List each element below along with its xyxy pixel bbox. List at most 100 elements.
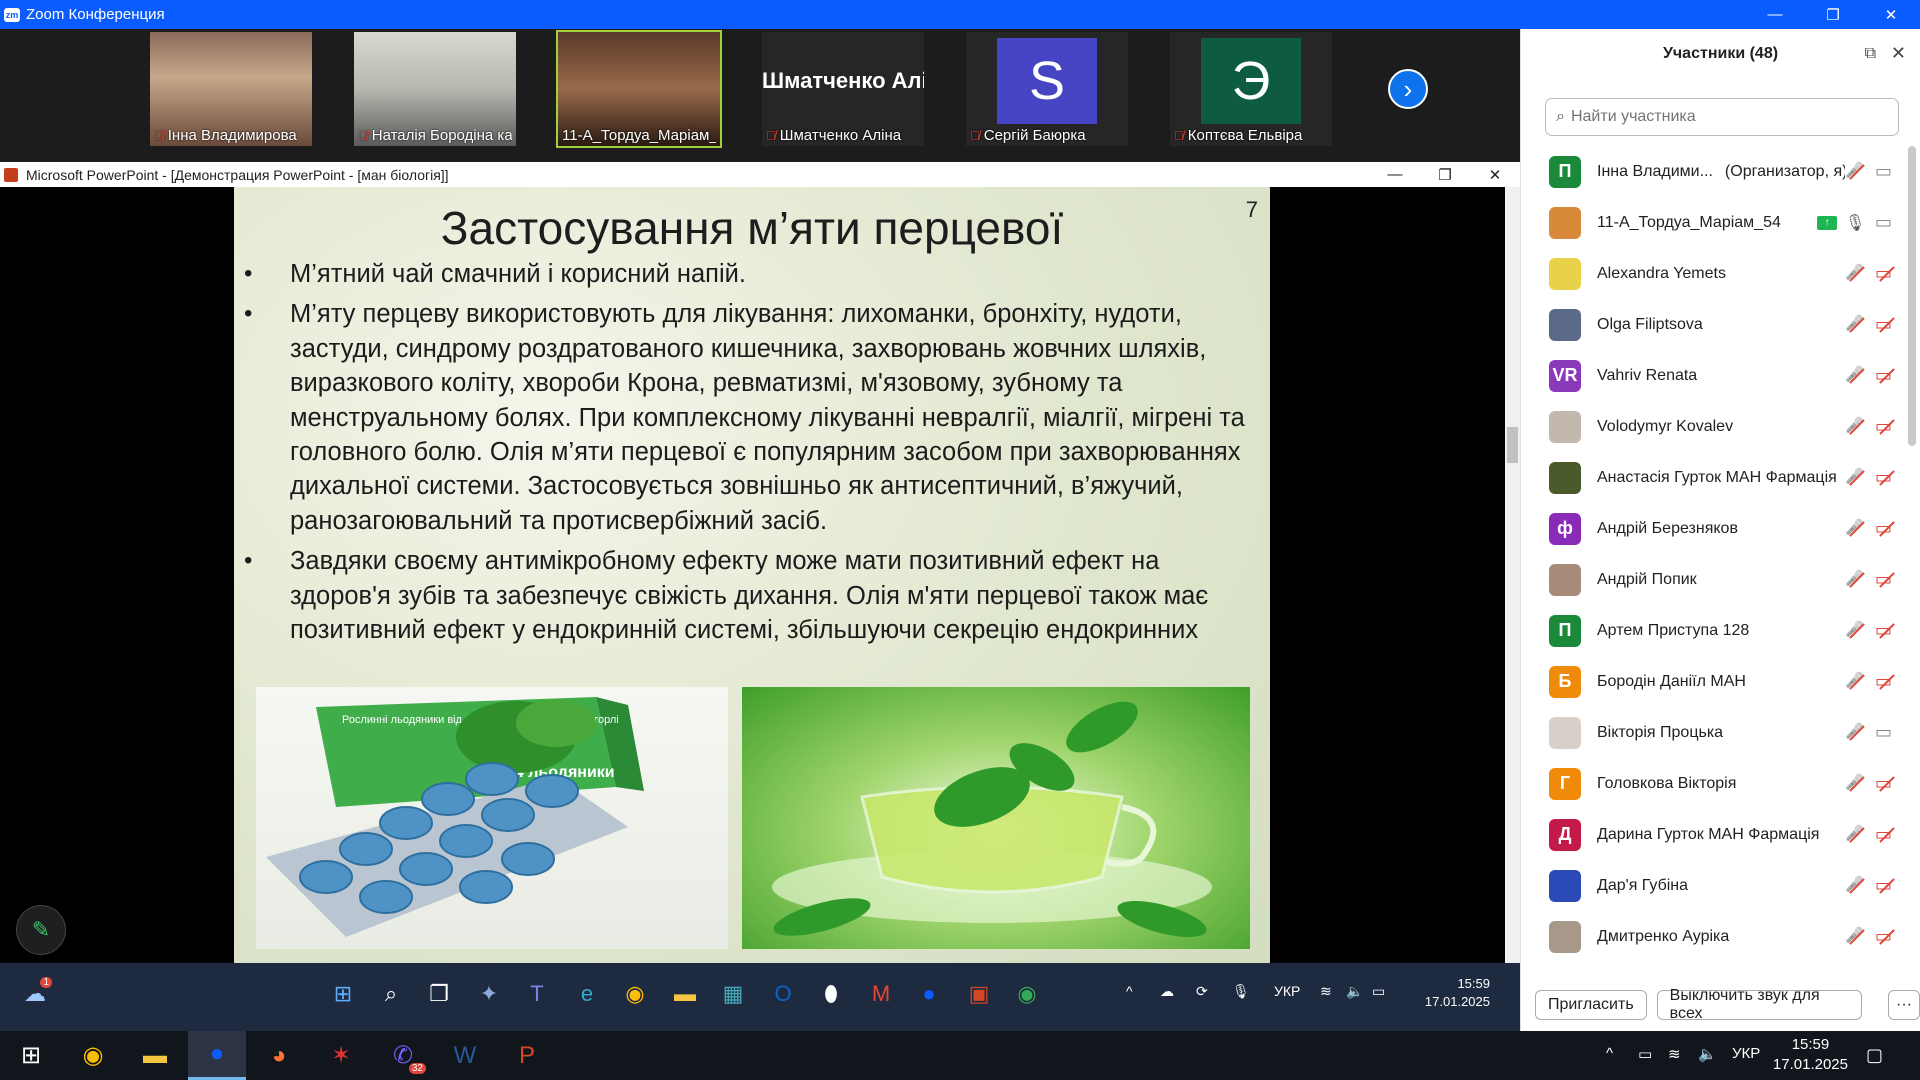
minimize-button[interactable]: — bbox=[1746, 0, 1804, 29]
zoom-taskbar-icon[interactable]: ● bbox=[188, 1031, 246, 1080]
mic-off-icon[interactable] bbox=[1845, 722, 1867, 744]
camera-off-icon[interactable] bbox=[1875, 365, 1897, 387]
start-button-icon[interactable]: ⊞ bbox=[2, 1031, 60, 1080]
firefox-icon[interactable]: ◕ bbox=[250, 1031, 308, 1080]
camera-on-icon[interactable]: ▭ bbox=[1875, 161, 1897, 183]
scrollbar-thumb[interactable] bbox=[1507, 427, 1518, 463]
camera-off-icon[interactable] bbox=[1875, 518, 1897, 540]
ppt-close-button[interactable]: ✕ bbox=[1470, 162, 1520, 187]
camera-off-icon[interactable] bbox=[1875, 926, 1897, 948]
mic-off-icon[interactable] bbox=[1845, 875, 1867, 897]
more-options-button[interactable]: ··· bbox=[1888, 990, 1920, 1020]
participant-row[interactable]: ф Андрій Березняков bbox=[1521, 503, 1911, 554]
chrome-icon[interactable]: ◉ bbox=[618, 977, 652, 1011]
participant-row[interactable]: Г Головкова Вікторія bbox=[1521, 758, 1911, 809]
viber-icon[interactable]: ✆ 32 bbox=[374, 1031, 432, 1080]
word-icon[interactable]: W bbox=[436, 1031, 494, 1080]
edge-icon[interactable]: e bbox=[570, 977, 604, 1011]
participant-row[interactable]: Alexandra Yemets bbox=[1521, 248, 1911, 299]
camera-on-icon[interactable]: ▭ bbox=[1875, 722, 1897, 744]
participant-row[interactable]: Б Бородін Даніїл МАН bbox=[1521, 656, 1911, 707]
notifications-icon[interactable]: ▢ bbox=[1866, 1045, 1883, 1066]
camera-off-icon[interactable] bbox=[1875, 824, 1897, 846]
video-tile-active-speaker[interactable]: 11-А_Тордуа_Маріам_54 bbox=[556, 30, 722, 148]
participant-row[interactable]: П Артем Приступа 128 bbox=[1521, 605, 1911, 656]
annotate-pen-icon[interactable]: ✎ bbox=[16, 905, 66, 955]
camera-off-icon[interactable] bbox=[1875, 569, 1897, 591]
participant-row[interactable]: 11-А_Тордуа_Маріам_54 ↑ 🎙 ▭ bbox=[1521, 197, 1911, 248]
participant-row[interactable]: VR Vahriv Renata bbox=[1521, 350, 1911, 401]
gmail-icon[interactable]: M bbox=[864, 977, 898, 1011]
mic-off-icon[interactable] bbox=[1845, 926, 1867, 948]
mic-off-icon[interactable] bbox=[1845, 773, 1867, 795]
close-button[interactable]: ✕ bbox=[1862, 0, 1920, 29]
shared-screen-scrollbar[interactable] bbox=[1505, 187, 1520, 963]
participant-row[interactable]: Вікторія Процька ▭ bbox=[1521, 707, 1911, 758]
camera-off-icon[interactable] bbox=[1875, 467, 1897, 489]
invite-button[interactable]: Пригласить bbox=[1535, 990, 1647, 1020]
camera-off-icon[interactable] bbox=[1875, 314, 1897, 336]
microphone-icon[interactable]: 🎙 bbox=[1232, 983, 1250, 1000]
powerpoint-taskbar-icon[interactable]: P bbox=[498, 1031, 556, 1080]
mic-off-icon[interactable] bbox=[1845, 620, 1867, 642]
onedrive-icon[interactable]: ☁ bbox=[1160, 983, 1174, 1000]
camera-off-icon[interactable] bbox=[1875, 263, 1897, 285]
video-tile[interactable]: Э 🎙̸ Коптєва Ельвіра bbox=[1170, 32, 1332, 146]
mic-off-icon[interactable] bbox=[1845, 365, 1867, 387]
show-hidden-icons[interactable]: ^ bbox=[1126, 983, 1133, 999]
sync-icon[interactable]: ⟳ bbox=[1196, 983, 1208, 1000]
camera-off-icon[interactable] bbox=[1875, 620, 1897, 642]
mic-off-icon[interactable] bbox=[1845, 824, 1867, 846]
task-view-icon[interactable]: ❐ bbox=[422, 977, 456, 1011]
camera-off-icon[interactable] bbox=[1875, 671, 1897, 693]
participant-row[interactable]: Анастасія Гурток МАН Фармація bbox=[1521, 452, 1911, 503]
mic-off-icon[interactable] bbox=[1845, 569, 1867, 591]
wifi-icon[interactable]: ≋ bbox=[1320, 983, 1332, 1000]
participant-row[interactable]: Д Дарина Гурток МАН Фармація bbox=[1521, 809, 1911, 860]
volume-icon[interactable]: 🔈 bbox=[1346, 983, 1363, 1000]
copilot-icon[interactable]: ✦ bbox=[472, 977, 506, 1011]
camera-off-icon[interactable] bbox=[1875, 875, 1897, 897]
weather-icon[interactable]: ☁ 1 bbox=[18, 977, 52, 1011]
participant-row[interactable]: Дар'я Губіна bbox=[1521, 860, 1911, 911]
mic-on-icon[interactable]: 🎙 bbox=[1845, 212, 1867, 234]
app-icon[interactable]: ✶ bbox=[312, 1031, 370, 1080]
close-panel-icon[interactable]: ✕ bbox=[1891, 43, 1906, 64]
participant-search-input[interactable] bbox=[1570, 108, 1871, 126]
video-tile[interactable]: 🎙̸Наталія Бородіна каф... bbox=[354, 32, 516, 146]
video-tile[interactable]: Шматченко Алі... 🎙̸Шматченко Аліна bbox=[762, 32, 924, 146]
participant-row[interactable]: Андрій Попик bbox=[1521, 554, 1911, 605]
video-tile[interactable]: 🎙̸ Інна Владимирова bbox=[150, 32, 312, 146]
chrome-icon[interactable]: ◉ bbox=[64, 1031, 122, 1080]
battery-icon[interactable]: ▭ bbox=[1638, 1045, 1652, 1063]
language-indicator[interactable]: УКР bbox=[1274, 983, 1300, 999]
participant-list-scrollbar[interactable] bbox=[1908, 146, 1916, 446]
participant-row[interactable]: Volodymyr Kovalev bbox=[1521, 401, 1911, 452]
store-icon[interactable]: ▦ bbox=[716, 977, 750, 1011]
ppt-minimize-button[interactable]: — bbox=[1370, 162, 1420, 187]
start-icon[interactable]: ⊞ bbox=[326, 977, 360, 1011]
mic-off-icon[interactable] bbox=[1845, 671, 1867, 693]
video-tile[interactable]: S 🎙̸ Сергій Баюрка bbox=[966, 32, 1128, 146]
powerpoint-taskbar-icon[interactable]: ▣ bbox=[962, 977, 996, 1011]
show-hidden-icons[interactable]: ^ bbox=[1606, 1045, 1613, 1062]
participant-row[interactable]: П Інна Владими... (Организатор, я) ▭ bbox=[1521, 146, 1911, 197]
search-icon[interactable]: ⌕ bbox=[374, 977, 408, 1011]
app-icon[interactable]: ⬮ bbox=[814, 977, 848, 1011]
zoom-taskbar-icon[interactable]: ● bbox=[912, 977, 946, 1011]
inner-clock[interactable]: 15:59 17.01.2025 bbox=[1425, 975, 1490, 1011]
participant-row[interactable]: Дмитренко Ауріка bbox=[1521, 911, 1911, 960]
file-explorer-icon[interactable]: ▬ bbox=[126, 1031, 184, 1080]
mic-off-icon[interactable] bbox=[1845, 263, 1867, 285]
mic-off-icon[interactable] bbox=[1845, 161, 1867, 183]
camera-on-icon[interactable]: ▭ bbox=[1875, 212, 1897, 234]
network-icon[interactable]: ≋ bbox=[1668, 1045, 1681, 1063]
camera-off-icon[interactable] bbox=[1875, 773, 1897, 795]
pop-out-icon[interactable]: ⧉ bbox=[1865, 45, 1876, 63]
maximize-button[interactable]: ❐ bbox=[1804, 0, 1862, 29]
teams-icon[interactable]: T bbox=[520, 977, 554, 1011]
next-page-arrow-icon[interactable]: › bbox=[1388, 69, 1428, 109]
battery-icon[interactable]: ▭ bbox=[1372, 983, 1385, 1000]
participant-row[interactable]: Olga Filiptsova bbox=[1521, 299, 1911, 350]
mic-off-icon[interactable] bbox=[1845, 416, 1867, 438]
